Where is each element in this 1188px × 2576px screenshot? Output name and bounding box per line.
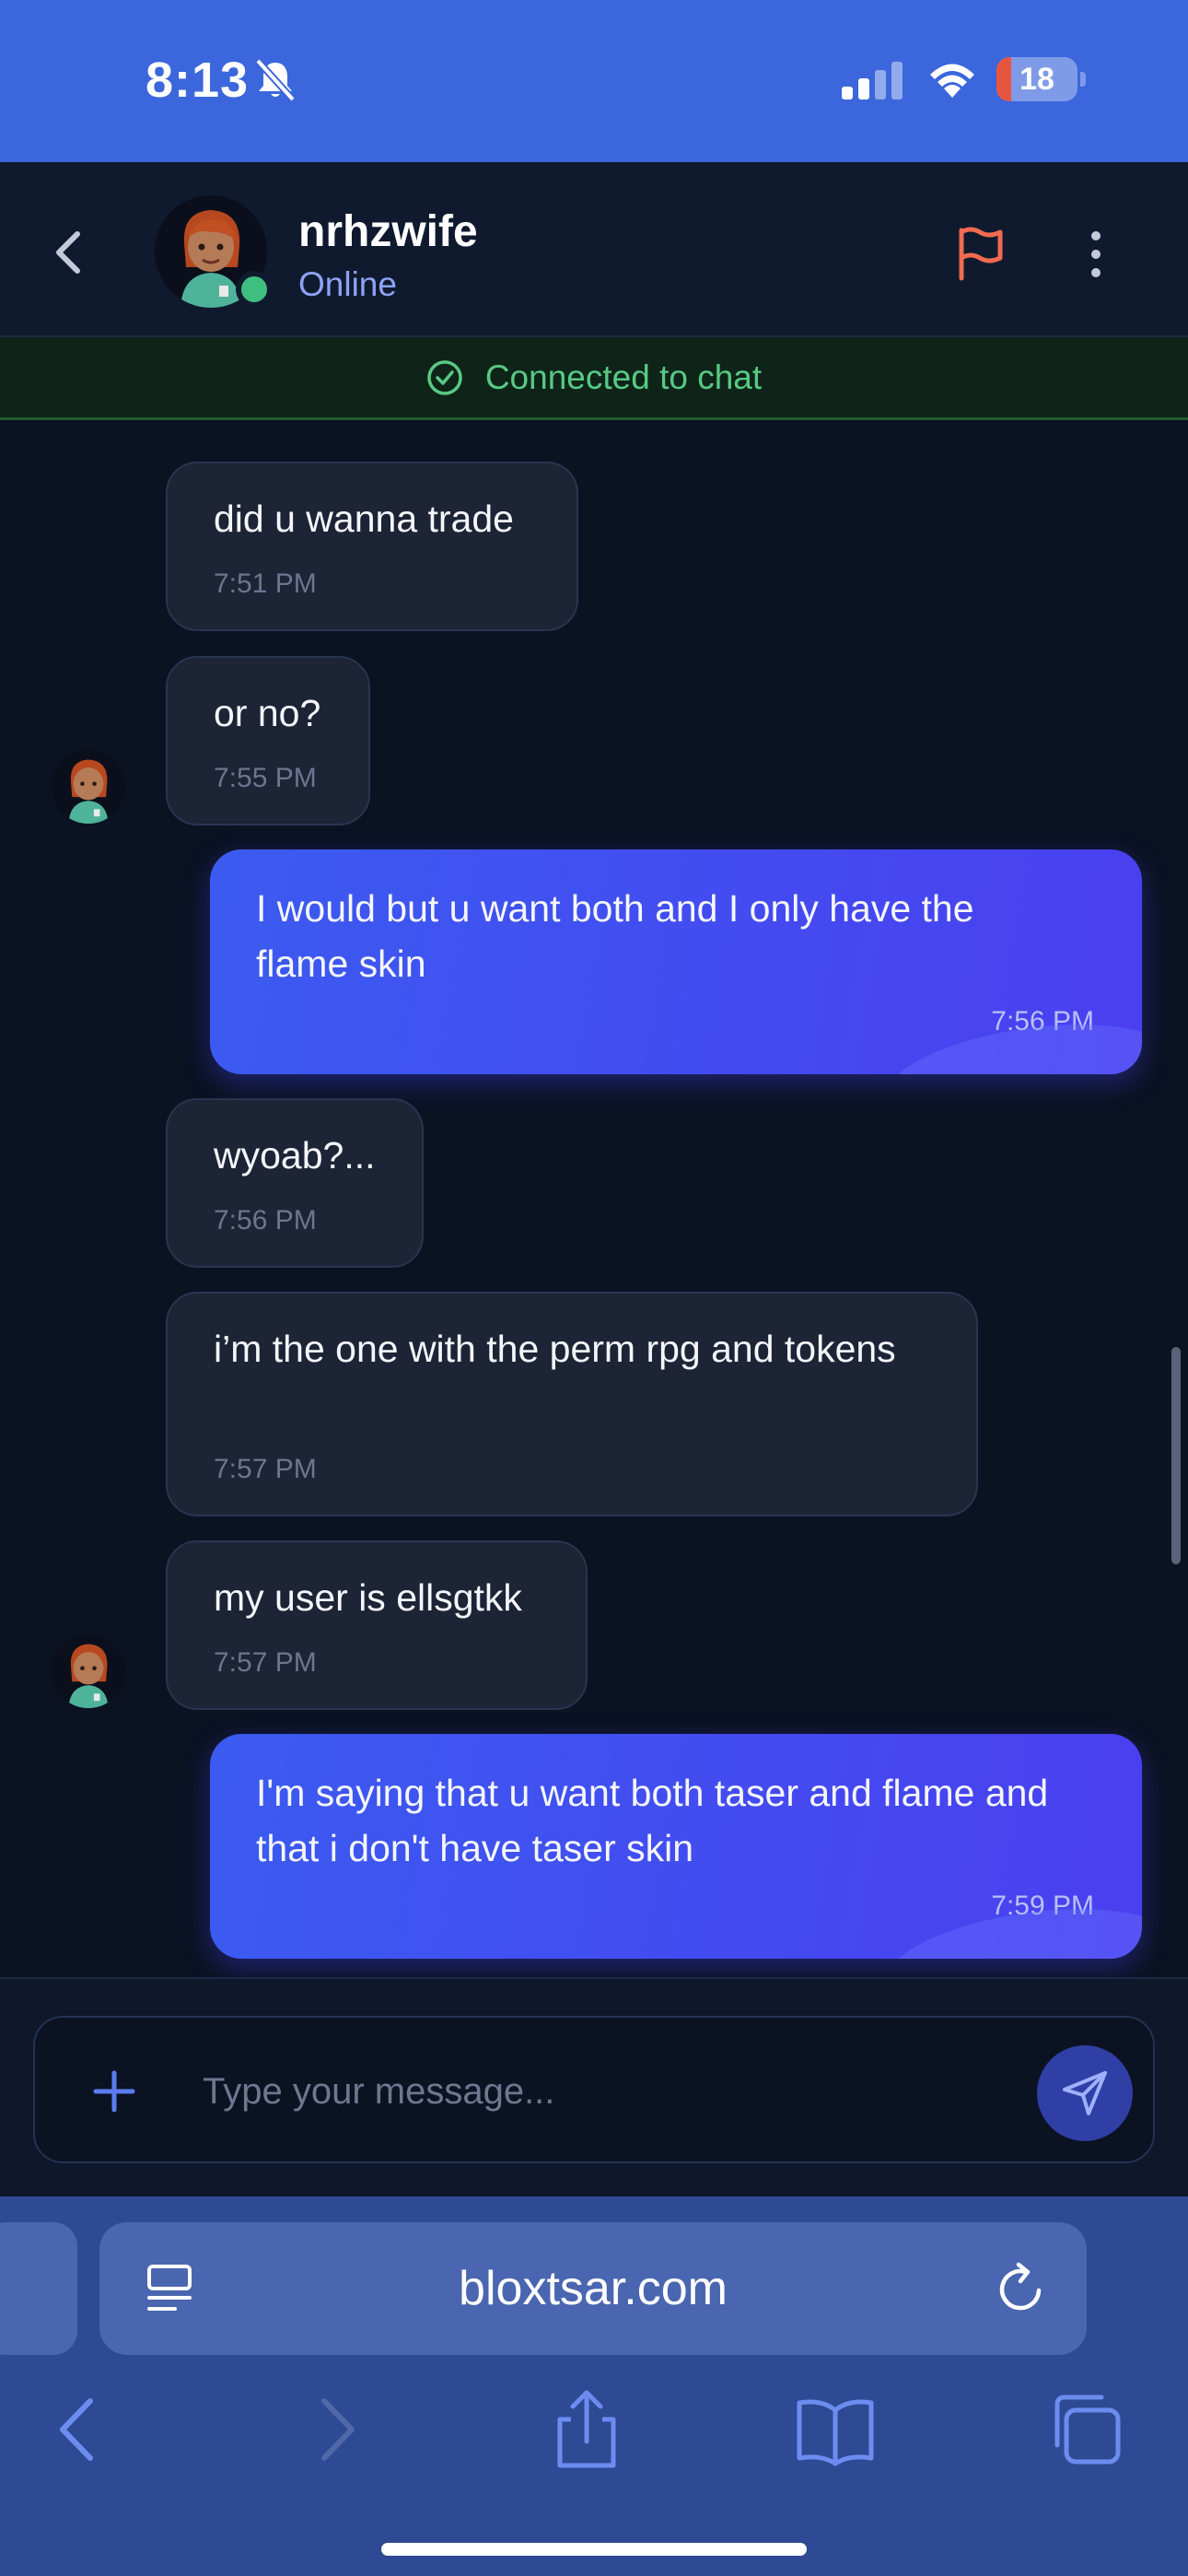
- back-button[interactable]: [46, 227, 90, 278]
- contact-avatar[interactable]: [155, 195, 273, 308]
- message-input[interactable]: [203, 2058, 939, 2125]
- message-time: 7:57 PM: [214, 1454, 317, 1484]
- message-time: 7:57 PM: [214, 1647, 317, 1678]
- send-icon: [1063, 2071, 1107, 2115]
- message-bubble-incoming: did u wanna trade 7:51 PM: [166, 462, 578, 631]
- message-time: 7:55 PM: [214, 763, 317, 793]
- browser-forward-button[interactable]: [295, 2388, 378, 2471]
- browser-toolbar: bloxtsar.com: [0, 2196, 1188, 2576]
- message-composer: [33, 2016, 1155, 2163]
- previous-tab-preview[interactable]: [0, 2222, 77, 2355]
- status-time: 8:13: [146, 53, 250, 108]
- share-button[interactable]: [545, 2388, 628, 2471]
- tabs-button[interactable]: [1044, 2388, 1127, 2471]
- bell-muted-icon: [255, 58, 296, 102]
- message-text: i’m the one with the perm rpg and tokens: [214, 1328, 896, 1370]
- message-list[interactable]: did u wanna trade 7:51 PM or no? 7:55 PM…: [0, 420, 1188, 1977]
- message-time: 7:59 PM: [991, 1891, 1094, 1921]
- message-time: 7:51 PM: [214, 568, 317, 599]
- message-text: I would but u want both and I only have …: [256, 887, 974, 985]
- connection-status-text: Connected to chat: [484, 357, 763, 396]
- message-bubble-incoming: my user is ellsgtkk 7:57 PM: [166, 1540, 588, 1710]
- reload-icon[interactable]: [995, 2259, 1050, 2318]
- contact-status: Online: [298, 265, 397, 303]
- message-bubble-incoming: wyoab?... 7:56 PM: [166, 1098, 424, 1268]
- home-indicator[interactable]: [381, 2543, 807, 2556]
- status-bar: 8:13 18: [0, 0, 1188, 162]
- message-time: 7:56 PM: [991, 1006, 1094, 1036]
- message-text: I'm saying that u want both taser and fl…: [256, 1772, 1049, 1869]
- battery-level: 18: [1019, 62, 1054, 97]
- message-text: or no?: [214, 692, 321, 734]
- contact-name: nrhzwife: [298, 207, 478, 256]
- browser-back-button[interactable]: [37, 2388, 120, 2471]
- connection-banner: Connected to chat: [0, 337, 1188, 420]
- url-text: bloxtsar.com: [459, 2262, 728, 2315]
- attach-plus-button[interactable]: [87, 2064, 142, 2119]
- address-bar[interactable]: bloxtsar.com: [99, 2222, 1087, 2355]
- chat-header: nrhzwife Online: [0, 162, 1188, 337]
- sender-avatar: [52, 750, 125, 824]
- bookmarks-button[interactable]: [794, 2388, 877, 2471]
- message-text: wyoab?...: [214, 1134, 376, 1177]
- message-time: 7:56 PM: [214, 1205, 317, 1235]
- report-flag-button[interactable]: [954, 225, 1007, 282]
- message-bubble-incoming: or no? 7:55 PM: [166, 656, 370, 825]
- online-indicator: [236, 271, 273, 308]
- composer-area: [0, 1977, 1188, 2196]
- message-text: my user is ellsgtkk: [214, 1576, 522, 1619]
- more-options-button[interactable]: [1077, 227, 1114, 282]
- message-bubble-incoming: i’m the one with the perm rpg and tokens…: [166, 1292, 978, 1516]
- sender-avatar: [52, 1634, 125, 1708]
- message-bubble-outgoing: I would but u want both and I only have …: [210, 849, 1142, 1074]
- message-text: did u wanna trade: [214, 498, 514, 540]
- cellular-signal-icon: [842, 62, 903, 100]
- message-scrollbar[interactable]: [1171, 1347, 1181, 1564]
- check-circle-icon: [427, 359, 462, 395]
- message-bubble-outgoing: I'm saying that u want both taser and fl…: [210, 1734, 1142, 1959]
- send-button[interactable]: [1037, 2045, 1133, 2141]
- wifi-icon: [930, 64, 974, 98]
- battery-indicator: 18: [996, 57, 1086, 101]
